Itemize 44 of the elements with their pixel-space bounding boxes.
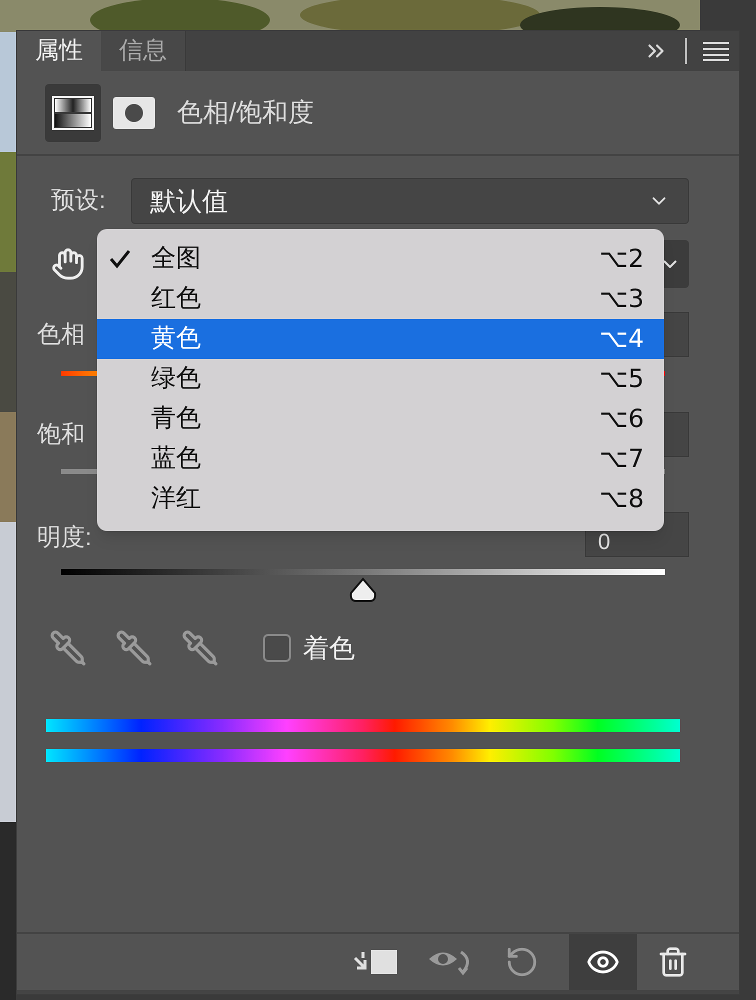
eyedropper-minus-icon[interactable] [181,629,219,667]
menu-item-label: 青色 [151,403,202,434]
menu-item[interactable]: 蓝色 ⌥7 [97,439,664,479]
colorize-checkbox[interactable] [263,634,291,662]
eyedropper-icon[interactable] [49,629,87,667]
preset-dropdown[interactable]: 默认值 [131,178,689,224]
menu-icon[interactable] [703,41,729,61]
menu-item-label: 全图 [151,243,202,274]
adjustment-button[interactable] [45,84,101,142]
menu-item-label: 蓝色 [151,443,202,474]
eyedropper-plus-icon[interactable] [115,629,153,667]
slider-thumb[interactable] [348,577,378,603]
hue-label: 色相 [37,320,85,350]
check-icon [109,249,131,269]
adjustment-icon [52,96,94,130]
visibility-button[interactable] [569,934,637,990]
chevron-icon [663,260,677,268]
menu-item[interactable]: 红色 ⌥3 [97,279,664,319]
adjustment-title: 色相/饱和度 [177,96,314,129]
menu-item-label: 黄色 [151,323,202,354]
panel-tab[interactable]: 信息 [101,31,186,71]
saturation-label: 饱和 [37,420,85,450]
shortcut-label: ⌥7 [599,443,644,476]
shortcut-label: ⌥4 [599,323,644,356]
menu-item[interactable]: 青色 ⌥6 [97,399,664,439]
shortcut-label: ⌥3 [599,283,644,316]
menu-item[interactable]: 绿色 ⌥5 [97,359,664,399]
shortcut-label: ⌥2 [599,243,644,276]
menu-item-label: 红色 [151,283,202,314]
preset-label: 预设: [51,186,107,216]
mask-icon[interactable] [113,96,155,128]
colorize-label: 着色 [303,632,355,664]
shortcut-label: ⌥5 [599,363,644,396]
menu-item-label: 洋红 [151,483,202,514]
menu-item-label: 绿色 [151,363,202,394]
delete-icon[interactable] [657,945,689,979]
shortcut-label: ⌥6 [599,403,644,436]
hand-icon[interactable] [51,247,85,281]
reset-icon[interactable] [505,945,539,979]
menu-item[interactable]: 全图 ⌥2 [97,239,664,279]
menu-item[interactable]: 黄色 ⌥4 [97,319,664,359]
panel-tab[interactable]: 属性 [17,31,101,71]
lightness-label: 明度: [37,522,92,552]
clip-layer-icon[interactable] [353,948,399,976]
